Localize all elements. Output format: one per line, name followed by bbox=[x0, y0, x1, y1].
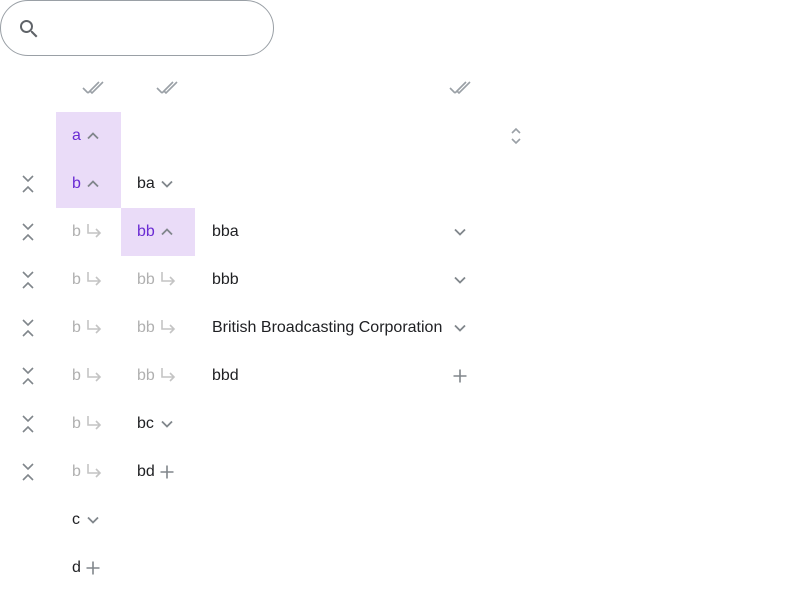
chevron-up-icon[interactable] bbox=[85, 176, 101, 192]
selection-highlight bbox=[121, 208, 195, 256]
search-box[interactable] bbox=[0, 0, 274, 56]
col1-item-label: d bbox=[72, 559, 81, 576]
col3-item-label: bbd bbox=[212, 367, 239, 384]
plus-icon[interactable] bbox=[159, 464, 175, 480]
col1-item-label: c bbox=[72, 511, 80, 528]
collapse-vertical-icon[interactable] bbox=[20, 318, 36, 338]
col2-item-label: bd bbox=[137, 463, 155, 480]
subdirectory-arrow-icon bbox=[85, 222, 103, 240]
subdirectory-arrow-icon bbox=[85, 270, 103, 288]
collapse-vertical-icon[interactable] bbox=[20, 222, 36, 242]
subdirectory-arrow-icon bbox=[85, 366, 103, 384]
subdirectory-arrow-icon bbox=[159, 318, 177, 336]
chevron-up-icon[interactable] bbox=[85, 128, 101, 144]
subdirectory-arrow-icon bbox=[159, 366, 177, 384]
subdirectory-arrow-icon bbox=[85, 414, 103, 432]
col1-item-label: b bbox=[72, 319, 81, 336]
col2-item-label: bb bbox=[137, 367, 155, 384]
chevron-down-icon[interactable] bbox=[452, 272, 468, 288]
check-all-icon[interactable] bbox=[82, 77, 104, 99]
col2-item-label: bb bbox=[137, 319, 155, 336]
col1-item-label: b bbox=[72, 223, 81, 240]
chevron-down-icon[interactable] bbox=[159, 416, 175, 432]
col1-item-label: a bbox=[72, 127, 81, 144]
plus-icon[interactable] bbox=[85, 560, 101, 576]
chevron-down-icon[interactable] bbox=[159, 176, 175, 192]
check-all-icon[interactable] bbox=[156, 77, 178, 99]
chevron-down-icon[interactable] bbox=[452, 320, 468, 336]
plus-icon[interactable] bbox=[452, 368, 468, 384]
search-input[interactable] bbox=[49, 11, 259, 47]
search-icon bbox=[17, 17, 41, 41]
col3-item-label: bbb bbox=[212, 271, 239, 288]
col1-item-label: b bbox=[72, 367, 81, 384]
col1-item-label: b bbox=[72, 271, 81, 288]
selection-highlight bbox=[56, 112, 121, 208]
subdirectory-arrow-icon bbox=[159, 270, 177, 288]
col1-item-label: b bbox=[72, 175, 81, 192]
col1-item-label: b bbox=[72, 463, 81, 480]
collapse-vertical-icon[interactable] bbox=[20, 174, 36, 194]
col2-item-label: ba bbox=[137, 175, 155, 192]
unfold-icon[interactable] bbox=[506, 126, 526, 146]
collapse-vertical-icon[interactable] bbox=[20, 414, 36, 434]
col2-item-label: bb bbox=[137, 271, 155, 288]
collapse-vertical-icon[interactable] bbox=[20, 270, 36, 290]
chevron-down-icon[interactable] bbox=[452, 224, 468, 240]
col3-item-label: bba bbox=[212, 223, 239, 240]
subdirectory-arrow-icon bbox=[85, 318, 103, 336]
check-all-icon[interactable] bbox=[449, 77, 471, 99]
col2-item-label: bc bbox=[137, 415, 154, 432]
col3-item-label: British Broadcasting Corporation bbox=[212, 319, 443, 336]
col1-item-label: b bbox=[72, 415, 81, 432]
collapse-vertical-icon[interactable] bbox=[20, 366, 36, 386]
col2-item-label: bb bbox=[137, 223, 155, 240]
collapse-vertical-icon[interactable] bbox=[20, 462, 36, 482]
chevron-down-icon[interactable] bbox=[85, 512, 101, 528]
chevron-up-icon[interactable] bbox=[159, 224, 175, 240]
subdirectory-arrow-icon bbox=[85, 462, 103, 480]
